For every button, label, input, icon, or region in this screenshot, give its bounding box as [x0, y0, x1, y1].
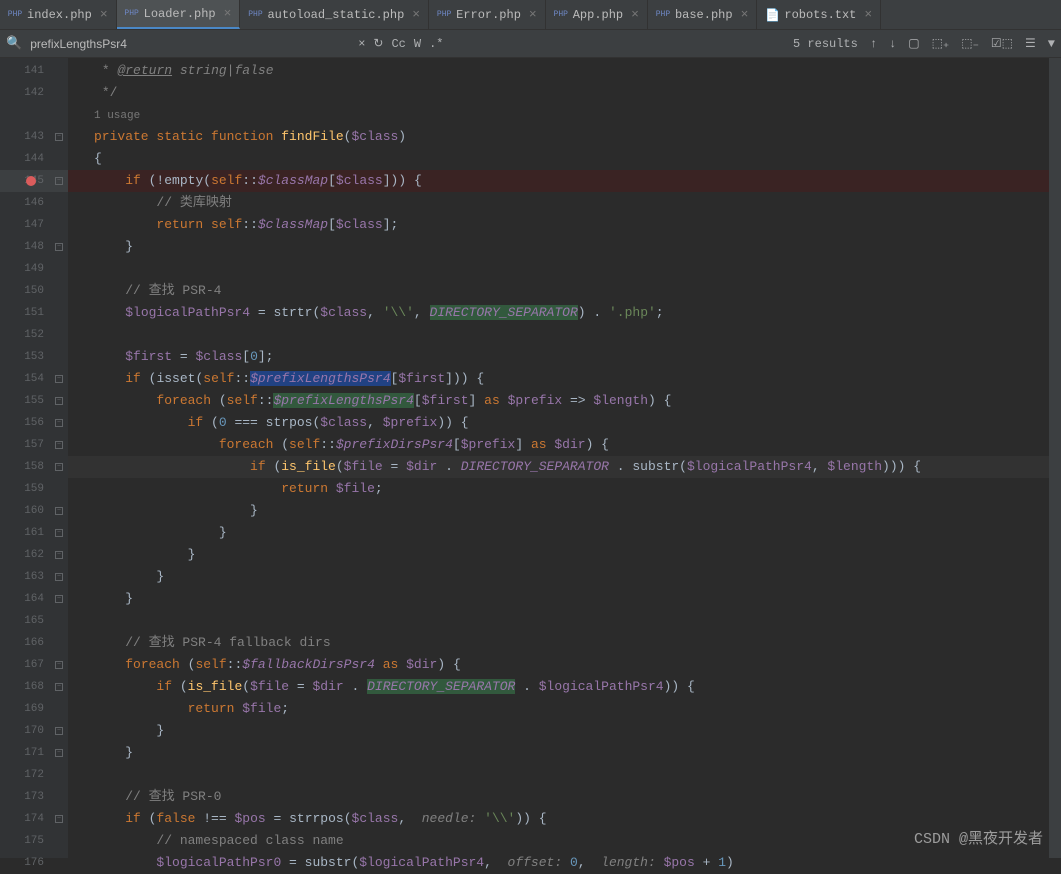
- fold-icon[interactable]: −: [55, 133, 63, 141]
- tab-autoload[interactable]: PHPautoload_static.php×: [240, 0, 429, 29]
- fold-icon[interactable]: −: [55, 507, 63, 515]
- next-match-icon[interactable]: ↓: [889, 37, 896, 51]
- fold-icon[interactable]: −: [55, 661, 63, 669]
- search-icon: 🔍: [6, 36, 22, 51]
- add-selection-icon[interactable]: ⬚₊: [932, 36, 950, 51]
- history-icon[interactable]: ↻: [373, 36, 383, 51]
- php-icon: PHP: [125, 7, 139, 21]
- php-icon: PHP: [248, 8, 262, 22]
- close-icon[interactable]: ×: [529, 7, 537, 22]
- breakpoint-icon[interactable]: [26, 176, 36, 186]
- close-icon[interactable]: ×: [224, 6, 232, 21]
- fold-icon[interactable]: −: [55, 749, 63, 757]
- remove-selection-icon[interactable]: ⬚₋: [961, 36, 979, 51]
- close-icon[interactable]: ×: [412, 7, 420, 22]
- tab-app[interactable]: PHPApp.php×: [546, 0, 648, 29]
- fold-icon[interactable]: −: [55, 573, 63, 581]
- fold-icon[interactable]: −: [55, 243, 63, 251]
- gutter[interactable]: 141 142 143− 144 145− 146 147 148− 149 1…: [0, 58, 68, 858]
- close-icon[interactable]: ×: [631, 7, 639, 22]
- match-case-button[interactable]: Cc: [391, 37, 405, 51]
- fold-icon[interactable]: −: [55, 397, 63, 405]
- tab-index[interactable]: PHPindex.php×: [0, 0, 117, 29]
- fold-icon[interactable]: −: [55, 177, 63, 185]
- results-count: 5 results: [793, 37, 858, 51]
- tab-error[interactable]: PHPError.php×: [429, 0, 546, 29]
- prev-match-icon[interactable]: ↑: [870, 37, 877, 51]
- php-icon: PHP: [437, 8, 451, 22]
- close-search-icon[interactable]: ×: [358, 37, 365, 51]
- fold-icon[interactable]: −: [55, 529, 63, 537]
- words-button[interactable]: W: [414, 37, 421, 51]
- fold-icon[interactable]: −: [55, 441, 63, 449]
- php-icon: PHP: [554, 8, 568, 22]
- tab-robots[interactable]: 📄robots.txt×: [757, 0, 881, 29]
- code-area[interactable]: * @return string|false */ 1 usage privat…: [68, 58, 1049, 858]
- close-icon[interactable]: ×: [741, 7, 749, 22]
- search-bar: 🔍 × ↻ Cc W .* 5 results ↑ ↓ ▢ ⬚₊ ⬚₋ ☑⬚ ☰…: [0, 30, 1061, 58]
- close-icon[interactable]: ×: [864, 7, 872, 22]
- tab-base[interactable]: PHPbase.php×: [648, 0, 757, 29]
- txt-icon: 📄: [765, 8, 779, 22]
- fold-icon[interactable]: −: [55, 419, 63, 427]
- select-all-icon[interactable]: ▢: [908, 36, 919, 51]
- regex-button[interactable]: .*: [429, 37, 443, 51]
- tabs-bar: PHPindex.php× PHPLoader.php× PHPautoload…: [0, 0, 1061, 30]
- select-occurrences-icon[interactable]: ☑⬚: [991, 36, 1013, 51]
- close-icon[interactable]: ×: [100, 7, 108, 22]
- editor: 141 142 143− 144 145− 146 147 148− 149 1…: [0, 58, 1061, 858]
- scrollbar[interactable]: [1049, 58, 1061, 858]
- tab-loader[interactable]: PHPLoader.php×: [117, 0, 241, 29]
- fold-icon[interactable]: −: [55, 595, 63, 603]
- filter-icon[interactable]: ▼: [1048, 37, 1055, 51]
- fold-icon[interactable]: −: [55, 683, 63, 691]
- search-input[interactable]: [30, 37, 350, 51]
- fold-icon[interactable]: −: [55, 815, 63, 823]
- php-icon: PHP: [656, 8, 670, 22]
- fold-icon[interactable]: −: [55, 551, 63, 559]
- fold-icon[interactable]: −: [55, 727, 63, 735]
- fold-icon[interactable]: −: [55, 463, 63, 471]
- fold-icon[interactable]: −: [55, 375, 63, 383]
- php-icon: PHP: [8, 8, 22, 22]
- settings-icon[interactable]: ☰: [1025, 36, 1036, 51]
